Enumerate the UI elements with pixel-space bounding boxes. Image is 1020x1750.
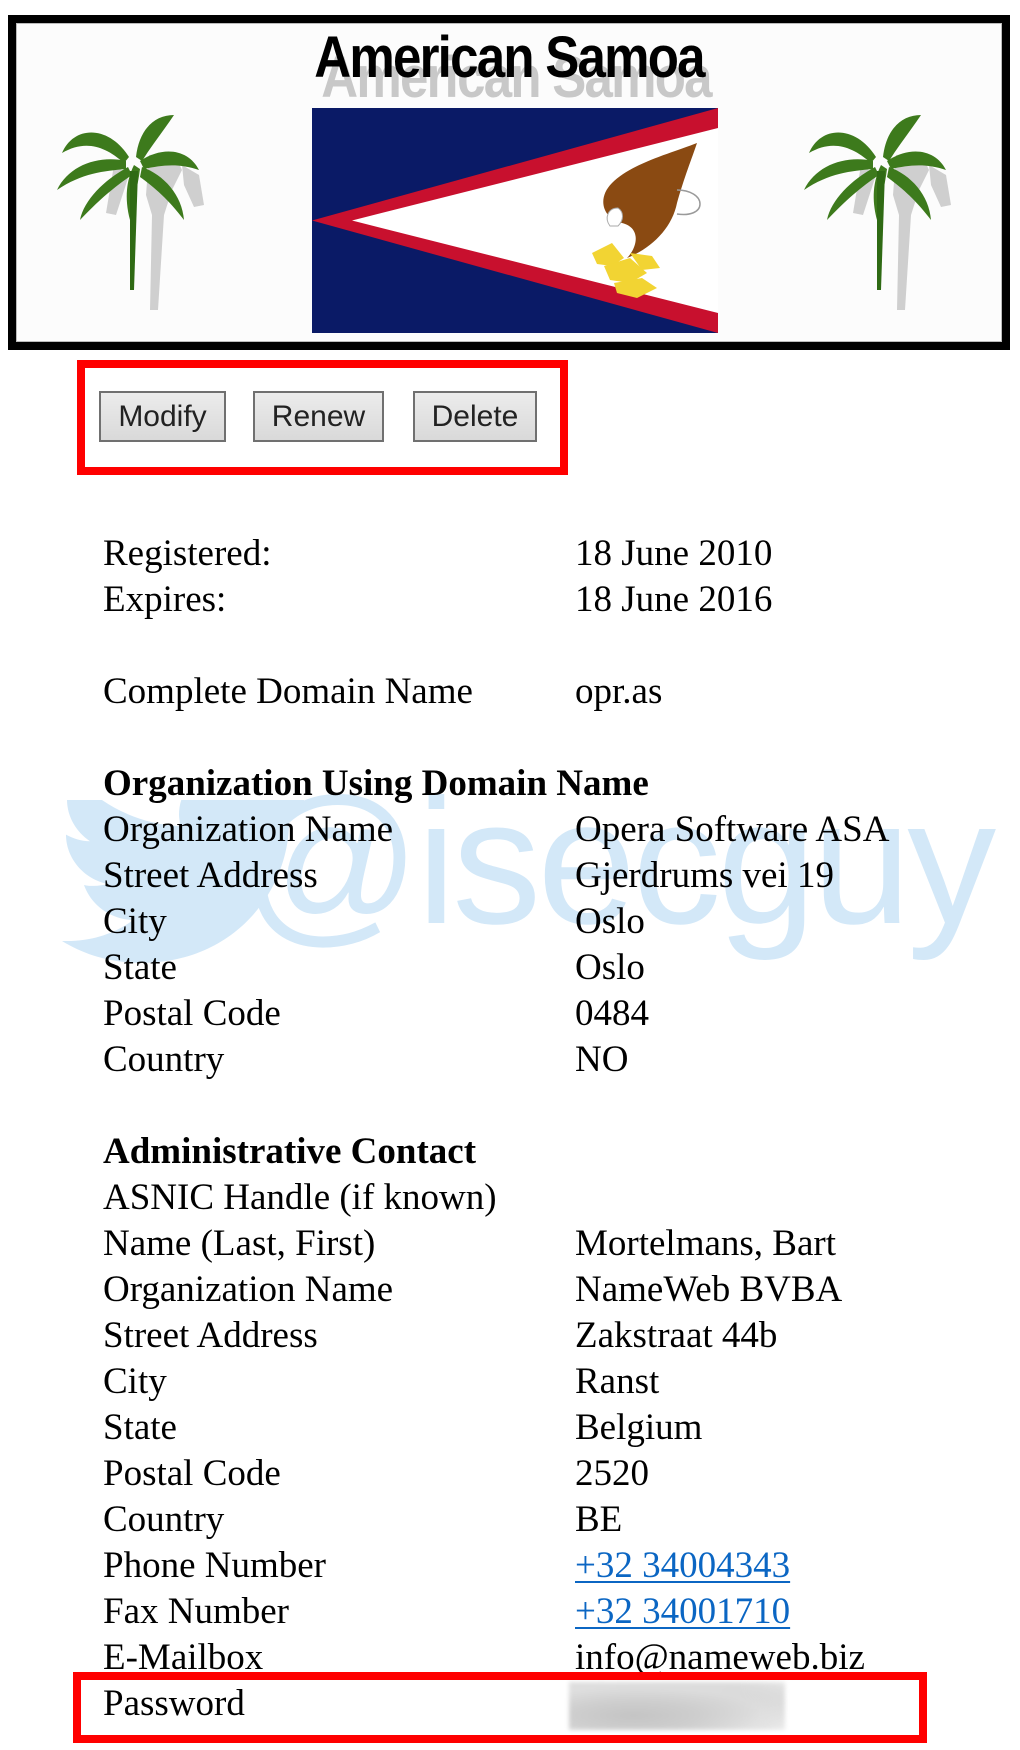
- registered-label: Registered:: [103, 533, 272, 574]
- org-row: Postal Code 0484: [103, 991, 1003, 1037]
- admin-label: Name (Last, First): [103, 1223, 376, 1264]
- domain-name-row: Complete Domain Name opr.as: [103, 669, 1003, 715]
- admin-row: City Ranst: [103, 1359, 1003, 1405]
- org-label: Organization Name: [103, 809, 394, 850]
- registered-value: 18 June 2010: [575, 533, 773, 574]
- fax-link[interactable]: +32 34001710: [575, 1589, 790, 1635]
- org-value: Opera Software ASA: [575, 809, 890, 850]
- admin-row: ASNIC Handle (if known): [103, 1175, 1003, 1221]
- phone-row: Phone Number +32 34004343: [103, 1543, 1003, 1589]
- domain-details: Registered: 18 June 2010 Expires: 18 Jun…: [103, 531, 1003, 1727]
- org-row: Organization Name Opera Software ASA: [103, 807, 1003, 853]
- admin-value: Belgium: [575, 1407, 703, 1448]
- org-label: City: [103, 901, 167, 942]
- modify-button[interactable]: Modify: [99, 391, 226, 442]
- delete-button[interactable]: Delete: [413, 391, 537, 442]
- org-label: Street Address: [103, 855, 318, 896]
- admin-label: State: [103, 1407, 177, 1448]
- domain-name-value: opr.as: [575, 671, 663, 712]
- org-label: Country: [103, 1039, 225, 1080]
- org-value: Oslo: [575, 947, 645, 988]
- admin-value: 2520: [575, 1453, 649, 1494]
- palm-tree-icon: [57, 115, 204, 310]
- banner-title: American Samoa: [314, 25, 705, 90]
- org-row: Street Address Gjerdrums vei 19: [103, 853, 1003, 899]
- admin-label: Street Address: [103, 1315, 318, 1356]
- expires-label: Expires:: [103, 579, 227, 620]
- admin-row: Organization Name NameWeb BVBA: [103, 1267, 1003, 1313]
- admin-row: Country BE: [103, 1497, 1003, 1543]
- renew-button[interactable]: Renew: [253, 391, 384, 442]
- phone-label: Phone Number: [103, 1545, 326, 1586]
- org-label: State: [103, 947, 177, 988]
- admin-row: Postal Code 2520: [103, 1451, 1003, 1497]
- organization-heading: Organization Using Domain Name: [103, 763, 649, 804]
- admin-label: Postal Code: [103, 1453, 281, 1494]
- admin-value: Ranst: [575, 1361, 660, 1402]
- admin-row: Street Address Zakstraat 44b: [103, 1313, 1003, 1359]
- org-value: Gjerdrums vei 19: [575, 855, 834, 896]
- org-value: Oslo: [575, 901, 645, 942]
- admin-label: ASNIC Handle (if known): [103, 1177, 497, 1218]
- admin-contact-heading: Administrative Contact: [103, 1131, 477, 1172]
- org-row: City Oslo: [103, 899, 1003, 945]
- admin-row: State Belgium: [103, 1405, 1003, 1451]
- fax-label: Fax Number: [103, 1591, 289, 1632]
- admin-value: NameWeb BVBA: [575, 1269, 843, 1310]
- admin-value: Mortelmans, Bart: [575, 1223, 837, 1264]
- admin-label: City: [103, 1361, 167, 1402]
- admin-row: Name (Last, First) Mortelmans, Bart: [103, 1221, 1003, 1267]
- fax-row: Fax Number +32 34001710: [103, 1589, 1003, 1635]
- org-row: State Oslo: [103, 945, 1003, 991]
- org-value: NO: [575, 1039, 629, 1080]
- organization-heading-row: Organization Using Domain Name: [103, 761, 1003, 807]
- american-samoa-flag-icon: [312, 108, 718, 333]
- expires-row: Expires: 18 June 2016: [103, 577, 1003, 623]
- password-highlight-box: [73, 1672, 927, 1743]
- phone-link[interactable]: +32 34004343: [575, 1543, 790, 1589]
- org-label: Postal Code: [103, 993, 281, 1034]
- org-value: 0484: [575, 993, 649, 1034]
- admin-label: Country: [103, 1499, 225, 1540]
- domain-name-label: Complete Domain Name: [103, 671, 473, 712]
- admin-value: Zakstraat 44b: [575, 1315, 778, 1356]
- american-samoa-banner: American Samoa American Samoa: [8, 15, 1010, 350]
- registered-row: Registered: 18 June 2010: [103, 531, 1003, 577]
- admin-label: Organization Name: [103, 1269, 394, 1310]
- org-row: Country NO: [103, 1037, 1003, 1083]
- expires-value: 18 June 2016: [575, 579, 773, 620]
- admin-contact-heading-row: Administrative Contact: [103, 1129, 1003, 1175]
- palm-tree-icon: [804, 115, 951, 310]
- admin-value: BE: [575, 1499, 623, 1540]
